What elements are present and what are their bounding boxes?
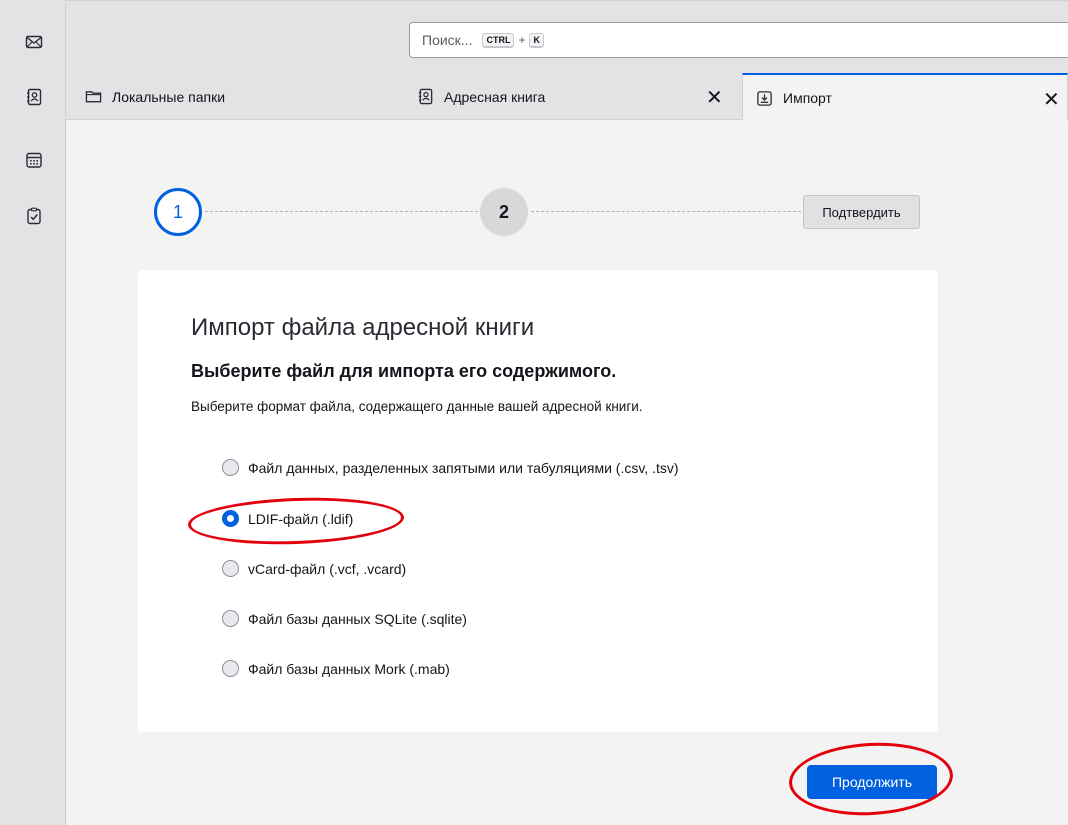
radio-option-mork[interactable]: Файл базы данных Mork (.mab) xyxy=(222,660,450,677)
step-connector xyxy=(205,211,478,212)
spaces-toolbar xyxy=(0,0,66,825)
step-confirm-indicator: Подтвердить xyxy=(803,195,920,229)
step-2-indicator: 2 xyxy=(480,188,528,236)
tasks-icon[interactable] xyxy=(24,206,44,226)
radio-label: Файл базы данных SQLite (.sqlite) xyxy=(248,610,467,627)
step-connector xyxy=(531,211,801,212)
radio-button[interactable] xyxy=(222,610,239,627)
radio-button[interactable] xyxy=(222,660,239,677)
kbd-ctrl: CTRL xyxy=(482,32,515,48)
kbd-key: K xyxy=(529,32,544,48)
radio-option-csv[interactable]: Файл данных, разделенных запятыми или та… xyxy=(222,459,679,476)
address-book-icon[interactable] xyxy=(24,87,44,107)
radio-option-sqlite[interactable]: Файл базы данных SQLite (.sqlite) xyxy=(222,610,467,627)
calendar-icon[interactable] xyxy=(24,150,44,170)
radio-button[interactable] xyxy=(222,560,239,577)
unified-toolbar: Поиск... CTRL + K xyxy=(66,0,1068,68)
radio-option-vcard[interactable]: vCard-файл (.vcf, .vcard) xyxy=(222,560,406,577)
search-placeholder: Поиск... xyxy=(422,32,473,48)
tab-label: Импорт xyxy=(783,90,832,106)
import-card: Импорт файла адресной книги Выберите фай… xyxy=(138,270,938,732)
tab-label: Локальные папки xyxy=(112,88,226,105)
step-1-indicator: 1 xyxy=(154,188,202,236)
address-book-icon xyxy=(416,88,434,106)
close-icon[interactable]: ✕ xyxy=(1043,87,1060,112)
radio-label: Файл данных, разделенных запятыми или та… xyxy=(248,459,679,476)
radio-label: Файл базы данных Mork (.mab) xyxy=(248,660,450,677)
tab-address-book[interactable]: Адресная книга ✕ xyxy=(416,73,726,120)
card-subtitle: Выберите файл для импорта его содержимог… xyxy=(191,361,617,381)
radio-button[interactable] xyxy=(222,510,239,527)
tab-local-folders[interactable]: Локальные папки xyxy=(84,73,394,120)
card-description: Выберите формат файла, содержащего данны… xyxy=(191,399,643,414)
kbd-plus: + xyxy=(518,33,526,47)
mail-icon[interactable] xyxy=(24,32,44,52)
radio-label: LDIF-файл (.ldif) xyxy=(248,510,354,527)
continue-button[interactable]: Продолжить xyxy=(807,765,937,799)
radio-option-ldif[interactable]: LDIF-файл (.ldif) xyxy=(222,510,353,527)
close-icon[interactable]: ✕ xyxy=(706,85,723,110)
tab-import[interactable]: Импорт ✕ xyxy=(742,73,1068,121)
tab-label: Адресная книга xyxy=(444,88,546,105)
tab-bar: Локальные папки Адресная книга ✕ Импорт … xyxy=(66,68,1068,121)
folder-icon xyxy=(84,88,102,106)
page-title: Импорт файла адресной книги xyxy=(191,314,535,341)
radio-button[interactable] xyxy=(222,459,239,476)
search-input[interactable]: Поиск... CTRL + K xyxy=(409,22,1068,58)
import-icon xyxy=(755,89,773,107)
radio-label: vCard-файл (.vcf, .vcard) xyxy=(248,560,407,577)
